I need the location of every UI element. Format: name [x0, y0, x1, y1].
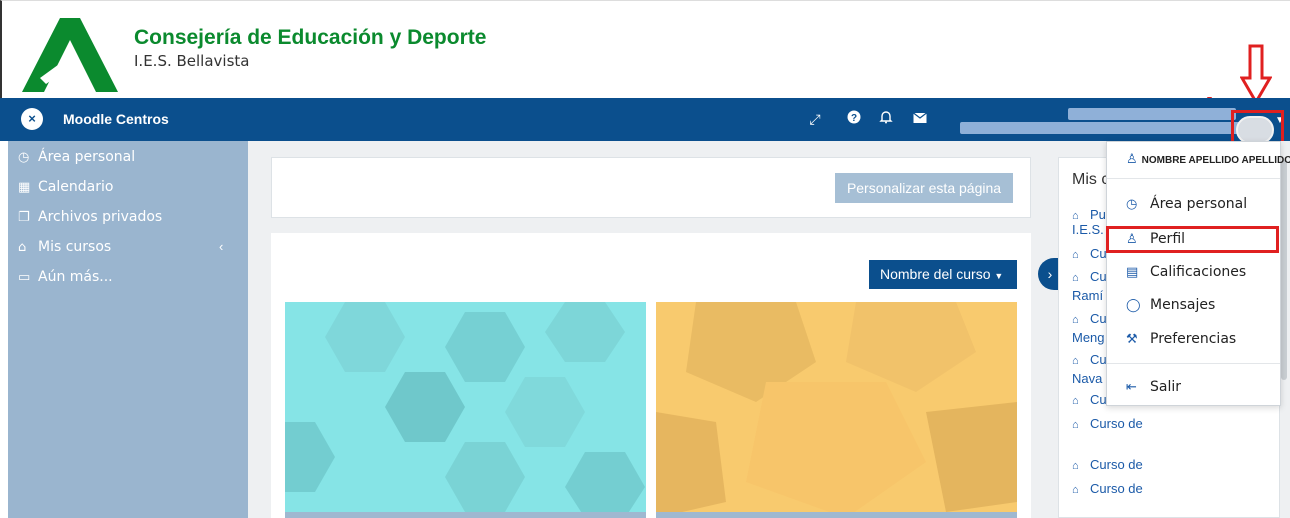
graduation-cap-icon: ⌂ — [1072, 460, 1079, 472]
sidebar-item-label: Archivos privados — [38, 209, 163, 225]
course-link[interactable]: ⌂ Cu — [1072, 246, 1107, 261]
course-link[interactable]: ⌂ Curso de — [1072, 481, 1143, 496]
course-link[interactable]: ⌂ Cu — [1072, 352, 1107, 367]
message-icon: ◯ — [1126, 298, 1141, 313]
course-link-text: Pu — [1090, 207, 1106, 222]
course-link[interactable]: ⌂ Curso de — [1072, 457, 1143, 472]
block-title: Mis c — [1072, 171, 1110, 188]
course-card-footer — [656, 512, 1017, 518]
sort-courses-button[interactable]: Nombre del curso ▼ — [869, 260, 1017, 289]
site-brand-link[interactable]: Moodle Centros — [63, 111, 169, 127]
moodle-dashboard: Consejería de Educación y Deporte I.E.S.… — [0, 0, 1290, 518]
dashboard-icon: ◷ — [18, 150, 30, 165]
sidebar-item-area-personal[interactable]: ◷ Área personal — [18, 149, 135, 165]
customise-page-button[interactable]: Personalizar esta página — [835, 173, 1013, 203]
menu-item-label: Mensajes — [1150, 297, 1216, 313]
course-link-text: Cu — [1090, 269, 1107, 284]
course-link-text: Cu — [1090, 311, 1107, 326]
menu-item-calificaciones[interactable]: ▤ Calificaciones — [1126, 264, 1246, 280]
close-drawer-icon[interactable]: × — [21, 108, 43, 130]
sidebar-item-archivos[interactable]: ❐ Archivos privados — [18, 209, 162, 225]
graduation-cap-icon: ⌂ — [1072, 272, 1079, 284]
course-link-continuation[interactable]: Nava — [1072, 371, 1102, 386]
menu-item-label: Salir — [1150, 379, 1182, 395]
wrench-icon: ⚒ — [1126, 332, 1138, 347]
annotation-arrow-icon — [1240, 44, 1272, 105]
folder-icon: ▭ — [18, 270, 31, 285]
bell-icon[interactable] — [877, 110, 895, 128]
course-link[interactable]: ⌂ Cu — [1072, 392, 1107, 407]
course-link-text: Cu — [1090, 392, 1107, 407]
junta-andalucia-logo — [22, 18, 118, 92]
menu-item-label: Preferencias — [1150, 331, 1237, 347]
graduation-cap-icon: ⌂ — [1072, 419, 1079, 431]
envelope-icon[interactable] — [911, 110, 929, 128]
top-navbar: × Moodle Centros ⤢ ? — [0, 98, 1290, 141]
calendar-icon: ▦ — [18, 180, 31, 195]
sidebar-item-label: Mis cursos — [38, 239, 112, 255]
site-title: Consejería de Educación y Deporte — [134, 26, 487, 49]
sidebar-item-label: Aún más... — [38, 269, 113, 285]
dashboard-icon: ◷ — [1126, 197, 1138, 212]
sidebar-item-label: Calendario — [38, 179, 114, 195]
course-link-continuation[interactable]: Meng — [1072, 330, 1105, 345]
sidebar-item-calendario[interactable]: ▦ Calendario — [18, 179, 113, 195]
menu-divider — [1107, 363, 1280, 364]
menu-item-label: Calificaciones — [1150, 264, 1247, 280]
nav-drawer: ◷ Área personal ▦ Calendario ❐ Archivos pri… — [8, 141, 248, 518]
course-link-text: Curso de — [1090, 457, 1143, 472]
graduation-cap-icon: ⌂ — [1072, 484, 1079, 496]
scrollbar[interactable] — [1281, 160, 1287, 380]
username-blurred-2 — [960, 122, 1240, 134]
menu-divider — [1107, 178, 1280, 179]
sidebar-item-mis-cursos[interactable]: ⌂ Mis cursos — [18, 239, 111, 255]
course-link-text: Cu — [1090, 352, 1107, 367]
menu-item-preferencias[interactable]: ⚒ Preferencias — [1126, 331, 1236, 347]
course-link[interactable]: ⌂ Curso de — [1072, 416, 1143, 431]
user-icon: ♙ — [1126, 151, 1138, 166]
sort-button-label: Nombre del curso — [880, 266, 991, 282]
graduation-cap-icon: ⌂ — [18, 240, 27, 255]
course-image-yellow[interactable] — [656, 302, 1017, 518]
sidebar-item-label: Área personal — [38, 149, 136, 165]
user-name-text: NOMBRE APELLIDO APELLIDO — [1141, 155, 1290, 166]
grades-icon: ▤ — [1126, 265, 1139, 280]
logout-icon: ⇤ — [1126, 380, 1137, 395]
course-card-footer — [285, 512, 646, 518]
course-link-continuation[interactable]: Ramí — [1072, 288, 1103, 303]
course-link-text: Curso de — [1090, 416, 1143, 431]
course-link[interactable]: ⌂ Pu — [1072, 207, 1106, 222]
graduation-cap-icon: ⌂ — [1072, 249, 1079, 261]
svg-text:?: ? — [851, 113, 857, 124]
help-icon[interactable]: ? — [845, 110, 863, 128]
course-link[interactable]: ⌂ Cu — [1072, 311, 1107, 326]
site-subtitle: I.E.S. Bellavista — [134, 52, 250, 70]
course-link-text: Curso de — [1090, 481, 1143, 496]
menu-item-label: Área personal — [1150, 196, 1248, 212]
course-link-text: Cu — [1090, 246, 1107, 261]
course-link[interactable]: ⌂ Cu — [1072, 269, 1107, 284]
graduation-cap-icon: ⌂ — [1072, 210, 1079, 222]
sidebar-item-aun-mas[interactable]: ▭ Aún más... — [18, 269, 113, 285]
graduation-cap-icon: ⌂ — [1072, 395, 1079, 407]
menu-item-salir[interactable]: ⇤ Salir — [1126, 379, 1181, 395]
caret-down-icon: ▼ — [994, 271, 1004, 281]
menu-item-mensajes[interactable]: ◯ Mensajes — [1126, 297, 1215, 313]
menu-item-area-personal[interactable]: ◷ Área personal — [1126, 196, 1247, 212]
username-blurred — [1068, 108, 1236, 120]
annotation-perfil-highlight — [1106, 226, 1279, 253]
graduation-cap-icon: ⌂ — [1072, 314, 1079, 326]
graduation-cap-icon: ⌂ — [1072, 355, 1079, 367]
files-icon: ❐ — [18, 210, 30, 225]
expand-icon[interactable]: ⤢ — [806, 110, 824, 128]
chevron-left-icon[interactable]: ‹ — [219, 239, 223, 254]
course-image-teal[interactable] — [285, 302, 646, 518]
user-menu-name[interactable]: ♙ NOMBRE APELLIDO APELLIDO — [1126, 151, 1290, 167]
